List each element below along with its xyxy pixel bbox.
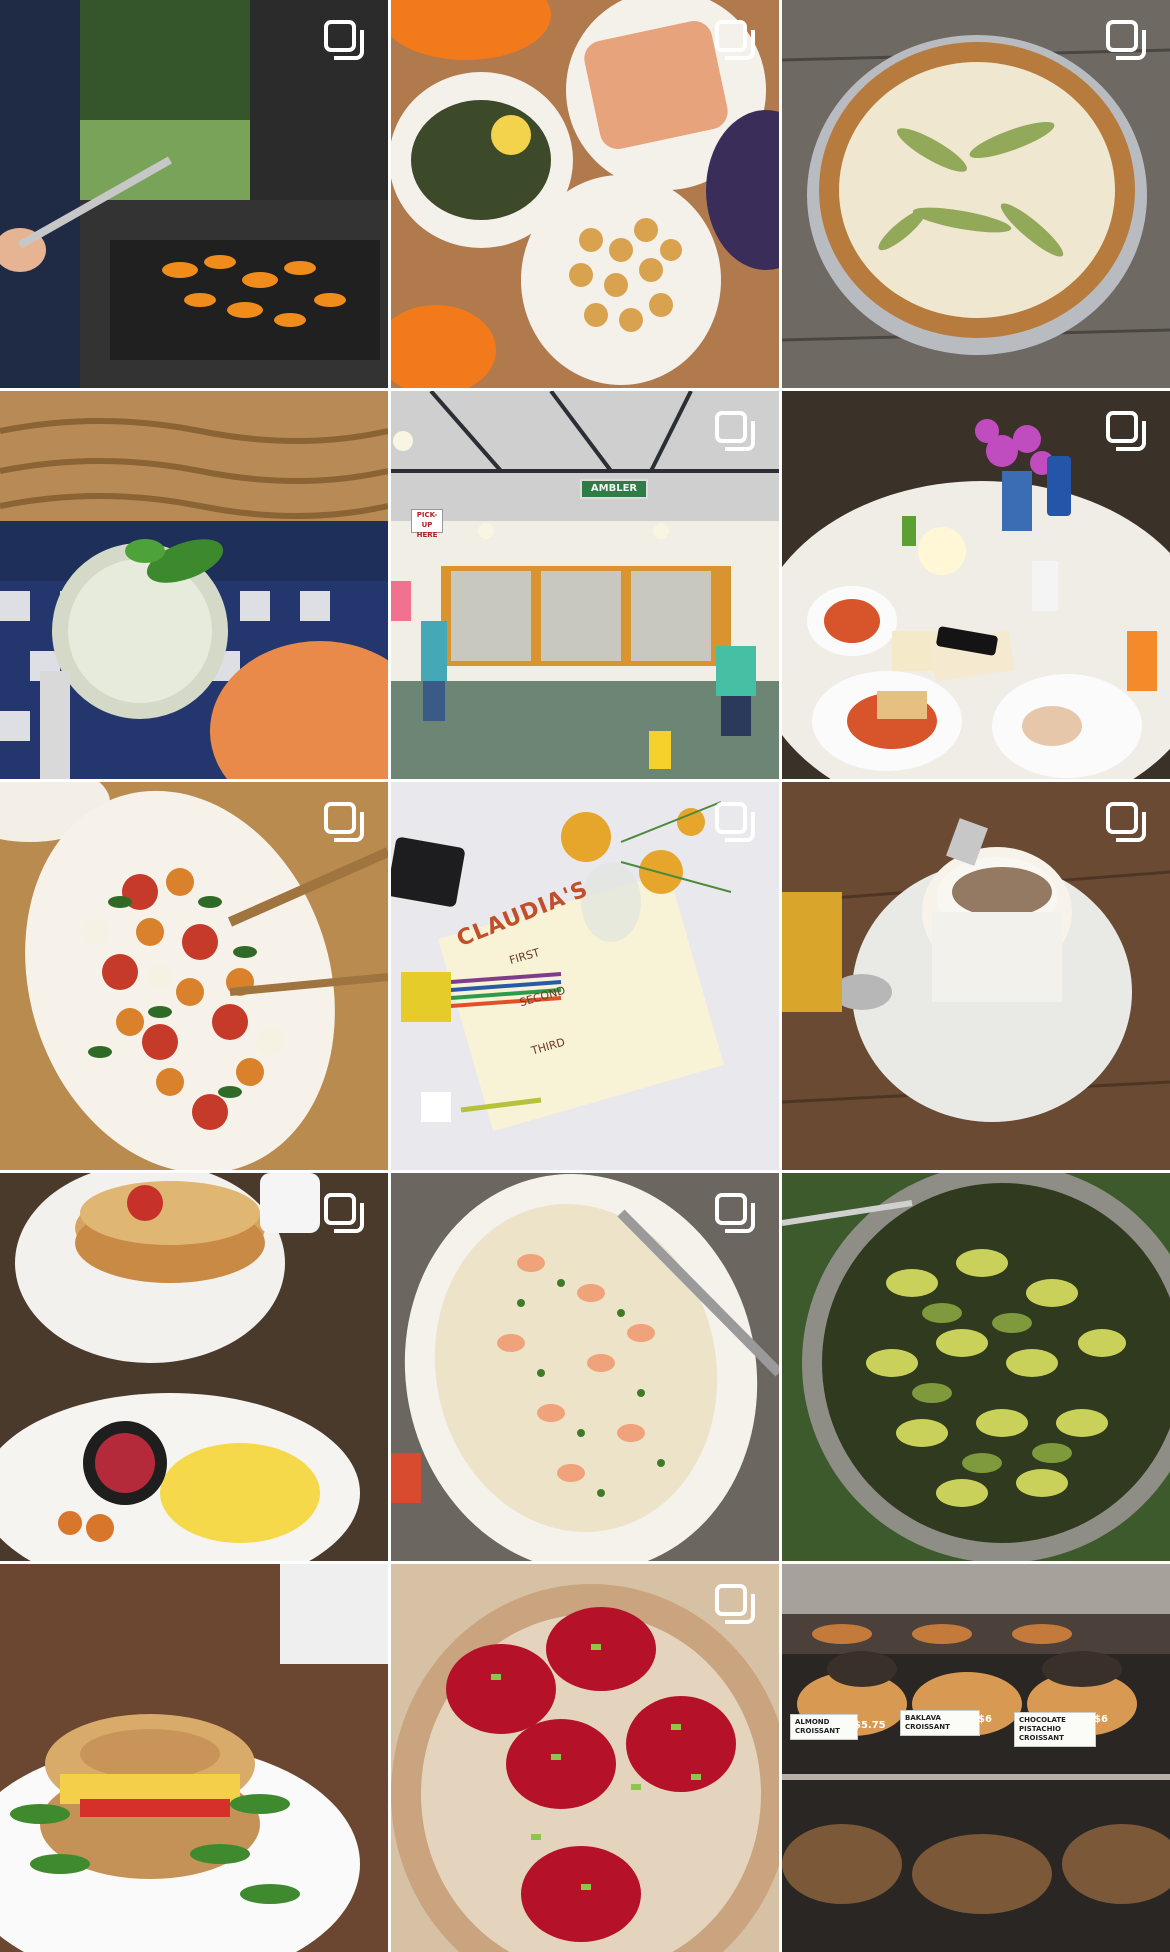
grid-post-caprese-peach-salad[interactable] <box>0 782 388 1170</box>
multiple-photos-icon <box>713 18 757 62</box>
baklava-croissant-price: $6 <box>978 1714 992 1725</box>
post-image <box>0 1564 388 1952</box>
multiple-photos-icon <box>713 1582 757 1626</box>
grid-post-shrimp-pasta[interactable] <box>391 1173 779 1561</box>
multiple-photos-icon <box>713 800 757 844</box>
grid-post-bagel-sandwich[interactable] <box>0 1564 388 1952</box>
almond-croissant-label: ALMOND CROISSANT <box>790 1714 858 1740</box>
grid-post-pesto-pizza[interactable] <box>782 0 1170 388</box>
grid-post-cappuccino[interactable] <box>782 782 1170 1170</box>
photo-grid: AMBLER PICK-UP HERE CLAUDIA'S FIRST SECO… <box>0 0 1170 1952</box>
grid-post-dinner-table[interactable] <box>782 391 1170 779</box>
grid-post-claudias-menu[interactable]: CLAUDIA'S FIRST SECOND THIRD <box>391 782 779 1170</box>
grid-post-bakery-case[interactable]: ALMOND CROISSANT $5.75 BAKLAVA CROISSANT… <box>782 1564 1170 1952</box>
pickup-sign: PICK-UP HERE <box>411 509 443 539</box>
chocolate-pistachio-croissant-price: $6 <box>1094 1714 1108 1725</box>
grid-post-lemonade-basil[interactable] <box>0 391 388 779</box>
multiple-photos-icon <box>713 409 757 453</box>
grid-post-ambler-cafe[interactable]: AMBLER PICK-UP HERE <box>391 391 779 779</box>
almond-croissant-price: $5.75 <box>854 1720 886 1731</box>
post-image <box>782 1564 1170 1952</box>
post-image <box>0 391 388 779</box>
baklava-croissant-label: BAKLAVA CROISSANT <box>900 1710 980 1736</box>
grid-post-salmon-asparagus-potatoes[interactable] <box>391 0 779 388</box>
grid-post-beet-ravioli[interactable] <box>391 1564 779 1952</box>
multiple-photos-icon <box>322 1191 366 1235</box>
multiple-photos-icon <box>1104 18 1148 62</box>
multiple-photos-icon <box>322 800 366 844</box>
multiple-photos-icon <box>322 18 366 62</box>
chocolate-pistachio-croissant-label: CHOCOLATE PISTACHIO CROISSANT <box>1014 1712 1096 1747</box>
grid-post-pancakes-eggs[interactable] <box>0 1173 388 1561</box>
multiple-photos-icon <box>1104 409 1148 453</box>
grid-post-pesto-farfalle[interactable] <box>782 1173 1170 1561</box>
grid-post-grill[interactable] <box>0 0 388 388</box>
post-image <box>782 1173 1170 1561</box>
multiple-photos-icon <box>713 1191 757 1235</box>
multiple-photos-icon <box>1104 800 1148 844</box>
ambler-sign: AMBLER <box>580 479 648 499</box>
